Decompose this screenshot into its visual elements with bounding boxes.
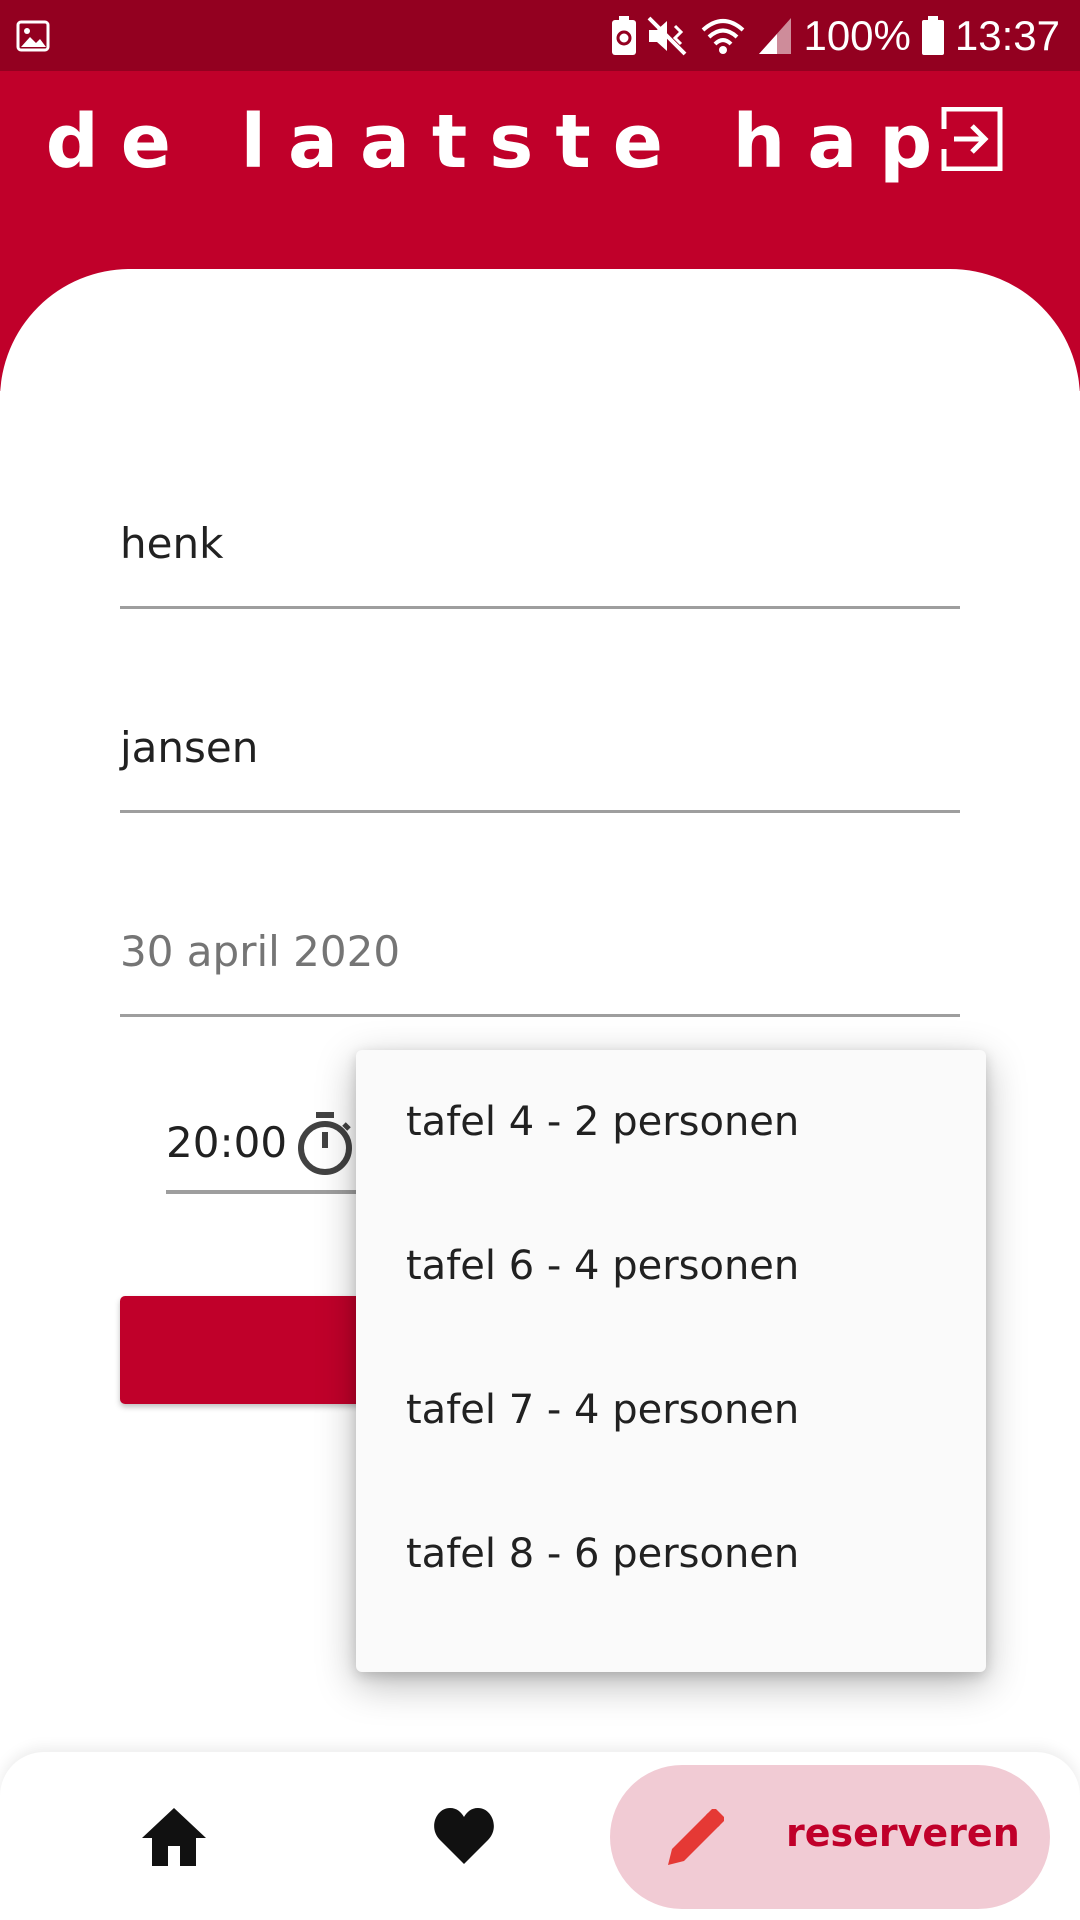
- date-field[interactable]: 30 april 2020: [120, 894, 960, 1017]
- home-icon[interactable]: [140, 1806, 208, 1868]
- pencil-icon: [668, 1809, 724, 1865]
- table-dropdown-menu: tafel 4 - 2 personen tafel 6 - 4 persone…: [356, 1050, 986, 1672]
- time-field[interactable]: 20:00: [166, 1100, 358, 1194]
- clock: 13:37: [954, 11, 1060, 59]
- dropdown-item-table-6[interactable]: tafel 6 - 4 personen: [356, 1194, 986, 1338]
- heart-icon[interactable]: [432, 1806, 496, 1866]
- battery-percent: 100%: [803, 11, 911, 59]
- mute-vibrate-icon: [648, 16, 687, 55]
- nav-reserveren-label: reserveren: [786, 1811, 1020, 1855]
- dropdown-item-table-4[interactable]: tafel 4 - 2 personen: [356, 1050, 986, 1194]
- battery-icon: [921, 15, 944, 55]
- nav-reserveren-button[interactable]: reserveren: [610, 1765, 1050, 1909]
- dropdown-item-table-8[interactable]: tafel 8 - 6 personen: [356, 1482, 986, 1626]
- app-title: de laatste hap: [45, 99, 955, 185]
- last-name-value: jansen: [120, 723, 259, 772]
- image-icon: [16, 20, 50, 52]
- status-bar: 100% 13:37: [0, 0, 1080, 71]
- wifi-icon: [702, 18, 745, 54]
- exit-to-app-icon[interactable]: [940, 107, 1004, 171]
- date-value: 30 april 2020: [120, 927, 401, 976]
- battery-saver-icon: [612, 15, 637, 55]
- last-name-field[interactable]: jansen: [120, 690, 960, 813]
- first-name-field[interactable]: henk: [120, 486, 960, 609]
- signal-icon: [759, 17, 792, 54]
- time-value: 20:00: [166, 1118, 288, 1167]
- first-name-value: henk: [120, 519, 224, 568]
- timer-icon: [298, 1112, 352, 1175]
- bottom-navigation: reserveren: [0, 1752, 1080, 1920]
- dropdown-item-table-7[interactable]: tafel 7 - 4 personen: [356, 1338, 986, 1482]
- status-icons: 100% 13:37: [611, 0, 1060, 71]
